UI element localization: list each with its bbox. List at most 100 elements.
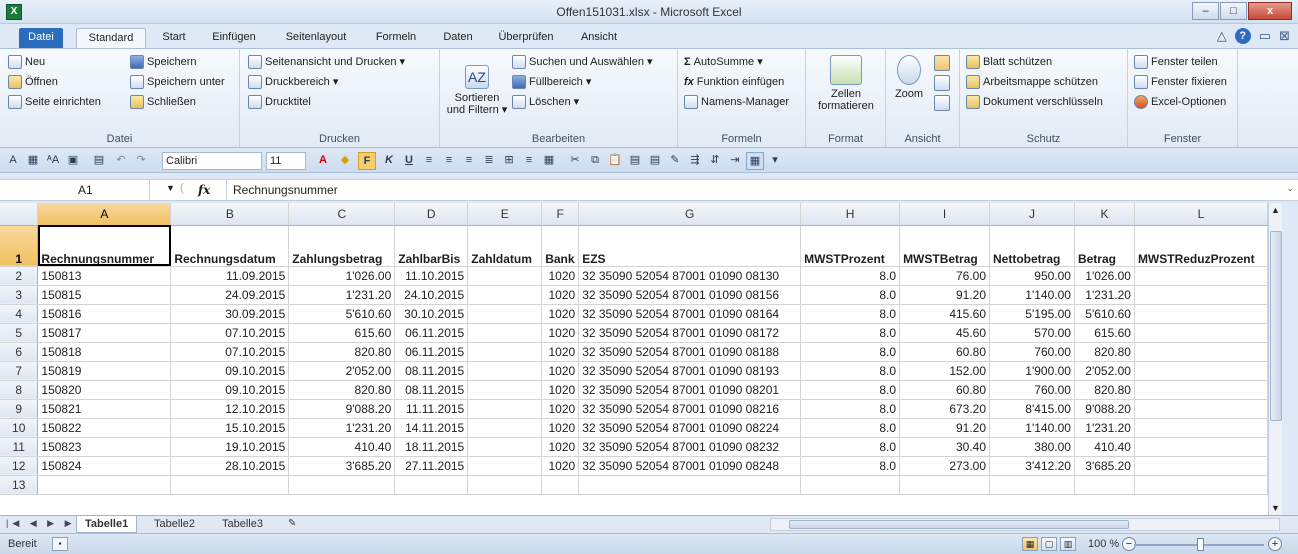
data-cell[interactable]: 570.00 — [989, 323, 1075, 343]
row-header[interactable]: 10 — [0, 418, 39, 438]
data-cell[interactable]: 8.0 — [800, 456, 901, 476]
zoom-in-button[interactable]: + — [1268, 537, 1282, 551]
sheet-tab-tabelle2[interactable]: Tabelle2 — [146, 516, 203, 533]
row-header[interactable]: 9 — [0, 399, 39, 419]
data-cell[interactable]: 820.80 — [1074, 380, 1135, 400]
data-cell[interactable]: 150817 — [37, 323, 172, 343]
seite-einrichten-button[interactable]: Seite einrichten — [8, 93, 101, 111]
tab-start[interactable]: Start — [154, 28, 194, 48]
data-cell[interactable]: 8.0 — [800, 437, 901, 457]
data-cell[interactable]: 32 35090 52054 87001 01090 08130 — [578, 266, 802, 286]
align-right-icon[interactable]: ≡ — [460, 152, 478, 170]
data-cell[interactable]: 14.11.2015 — [394, 418, 469, 438]
data-cell[interactable]: 380.00 — [989, 437, 1075, 457]
fenster-teilen-button[interactable]: Fenster teilen — [1134, 53, 1218, 71]
scroll-down-icon[interactable]: ▼ — [1271, 503, 1280, 513]
italic-icon[interactable]: K — [380, 152, 398, 170]
data-cell[interactable]: 1020 — [541, 285, 580, 305]
data-cell[interactable] — [1134, 475, 1268, 495]
data-cell[interactable]: 8.0 — [800, 323, 901, 343]
data-cell[interactable]: 19.10.2015 — [170, 437, 290, 457]
data-cell[interactable]: 2'052.00 — [288, 361, 396, 381]
data-cell[interactable]: 30.40 — [899, 437, 991, 457]
page-layout-view-icon[interactable] — [934, 75, 950, 91]
data-cell[interactable]: 150821 — [37, 399, 172, 419]
data-cell[interactable]: 15.10.2015 — [170, 418, 290, 438]
data-cell[interactable]: 32 35090 52054 87001 01090 08164 — [578, 304, 802, 324]
namens-manager-button[interactable]: Namens-Manager — [684, 93, 789, 111]
data-cell[interactable]: 8.0 — [800, 304, 901, 324]
tab-ueberpruefen[interactable]: Überprüfen — [490, 28, 562, 48]
data-cell[interactable]: 32 35090 52054 87001 01090 08224 — [578, 418, 802, 438]
column-header[interactable]: B — [170, 203, 290, 226]
blatt-schuetzen-button[interactable]: Blatt schützen — [966, 53, 1052, 71]
data-cell[interactable]: 9'088.20 — [288, 399, 396, 419]
header-cell[interactable]: ZahlbarBis — [394, 225, 469, 267]
wrap-text-icon[interactable]: ≡ — [520, 152, 538, 170]
picture-icon[interactable]: ▣ — [64, 152, 82, 170]
data-cell[interactable]: 08.11.2015 — [394, 380, 469, 400]
row-header[interactable]: 3 — [0, 285, 39, 305]
header-cell[interactable]: Rechnungsdatum — [170, 225, 290, 267]
data-cell[interactable]: 11.09.2015 — [170, 266, 290, 286]
speichern-button[interactable]: Speichern — [130, 53, 197, 71]
data-cell[interactable]: 32 35090 52054 87001 01090 08172 — [578, 323, 802, 343]
data-cell[interactable]: 8.0 — [800, 361, 901, 381]
data-cell[interactable]: 91.20 — [899, 418, 991, 438]
insert-columns-icon[interactable]: ⇵ — [706, 152, 724, 170]
row-header[interactable]: 7 — [0, 361, 39, 381]
data-cell[interactable]: 1'231.20 — [1074, 285, 1135, 305]
data-cell[interactable]: 1'900.00 — [989, 361, 1075, 381]
seitenansicht-button[interactable]: Seitenansicht und Drucken ▾ — [248, 53, 405, 71]
row-header[interactable]: 11 — [0, 437, 39, 457]
worksheet-grid[interactable]: A B C D E F G H I J K L 1 Rechnungsnummer Rechnungsdat… — [0, 203, 1268, 515]
data-cell[interactable] — [1134, 342, 1268, 362]
data-cell[interactable]: 1020 — [541, 380, 580, 400]
data-cell[interactable]: 8'415.00 — [989, 399, 1075, 419]
column-header[interactable]: E — [467, 203, 543, 226]
data-cell[interactable]: 410.40 — [1074, 437, 1135, 457]
data-cell[interactable] — [1134, 418, 1268, 438]
data-cell[interactable]: 32 35090 52054 87001 01090 08156 — [578, 285, 802, 305]
column-header[interactable]: K — [1074, 203, 1135, 226]
data-cell[interactable]: 152.00 — [899, 361, 991, 381]
neu-button[interactable]: Neu — [8, 53, 45, 71]
data-cell[interactable]: 150813 — [37, 266, 172, 286]
data-cell[interactable]: 150819 — [37, 361, 172, 381]
customize-toolbar-icon[interactable]: ▾ — [768, 152, 782, 170]
header-cell[interactable]: Zahldatum — [467, 225, 543, 267]
column-header[interactable]: C — [288, 203, 396, 226]
page-layout-button[interactable]: ▢ — [1041, 537, 1057, 551]
data-cell[interactable]: 1020 — [541, 437, 580, 457]
data-cell[interactable]: 32 35090 52054 87001 01090 08216 — [578, 399, 802, 419]
borders-icon[interactable]: ▦ — [540, 152, 558, 170]
data-cell[interactable]: 30.09.2015 — [170, 304, 290, 324]
data-cell[interactable]: 1'231.20 — [1074, 418, 1135, 438]
copy-icon[interactable]: ⧉ — [586, 152, 604, 170]
data-cell[interactable]: 1020 — [541, 323, 580, 343]
data-cell[interactable]: 150822 — [37, 418, 172, 438]
font-size-icon[interactable]: ᴬA — [44, 152, 62, 170]
formula-input[interactable]: Rechnungsnummer — [226, 180, 1280, 200]
insert-function-icon[interactable]: fx — [198, 180, 210, 200]
header-cell[interactable]: MWSTProzent — [800, 225, 901, 267]
tab-standard[interactable]: Standard — [76, 28, 146, 48]
data-cell[interactable]: 07.10.2015 — [170, 342, 290, 362]
loeschen-button[interactable]: Löschen ▾ — [512, 93, 579, 111]
header-cell[interactable]: Nettobetrag — [989, 225, 1075, 267]
data-cell[interactable] — [170, 475, 290, 495]
data-cell[interactable] — [1134, 285, 1268, 305]
data-cell[interactable]: 24.09.2015 — [170, 285, 290, 305]
data-cell[interactable]: 3'685.20 — [1074, 456, 1135, 476]
data-cell[interactable]: 60.80 — [899, 380, 991, 400]
data-cell[interactable] — [467, 304, 543, 324]
underline-icon[interactable]: U — [400, 152, 418, 170]
text-style-icon[interactable]: A — [4, 152, 22, 170]
data-cell[interactable]: 5'195.00 — [989, 304, 1075, 324]
align-left-icon[interactable]: ≡ — [420, 152, 438, 170]
data-cell[interactable]: 150815 — [37, 285, 172, 305]
column-header[interactable]: J — [989, 203, 1075, 226]
data-cell[interactable]: 1'026.00 — [1074, 266, 1135, 286]
paste-icon[interactable]: 📋 — [606, 152, 624, 170]
data-cell[interactable]: 9'088.20 — [1074, 399, 1135, 419]
